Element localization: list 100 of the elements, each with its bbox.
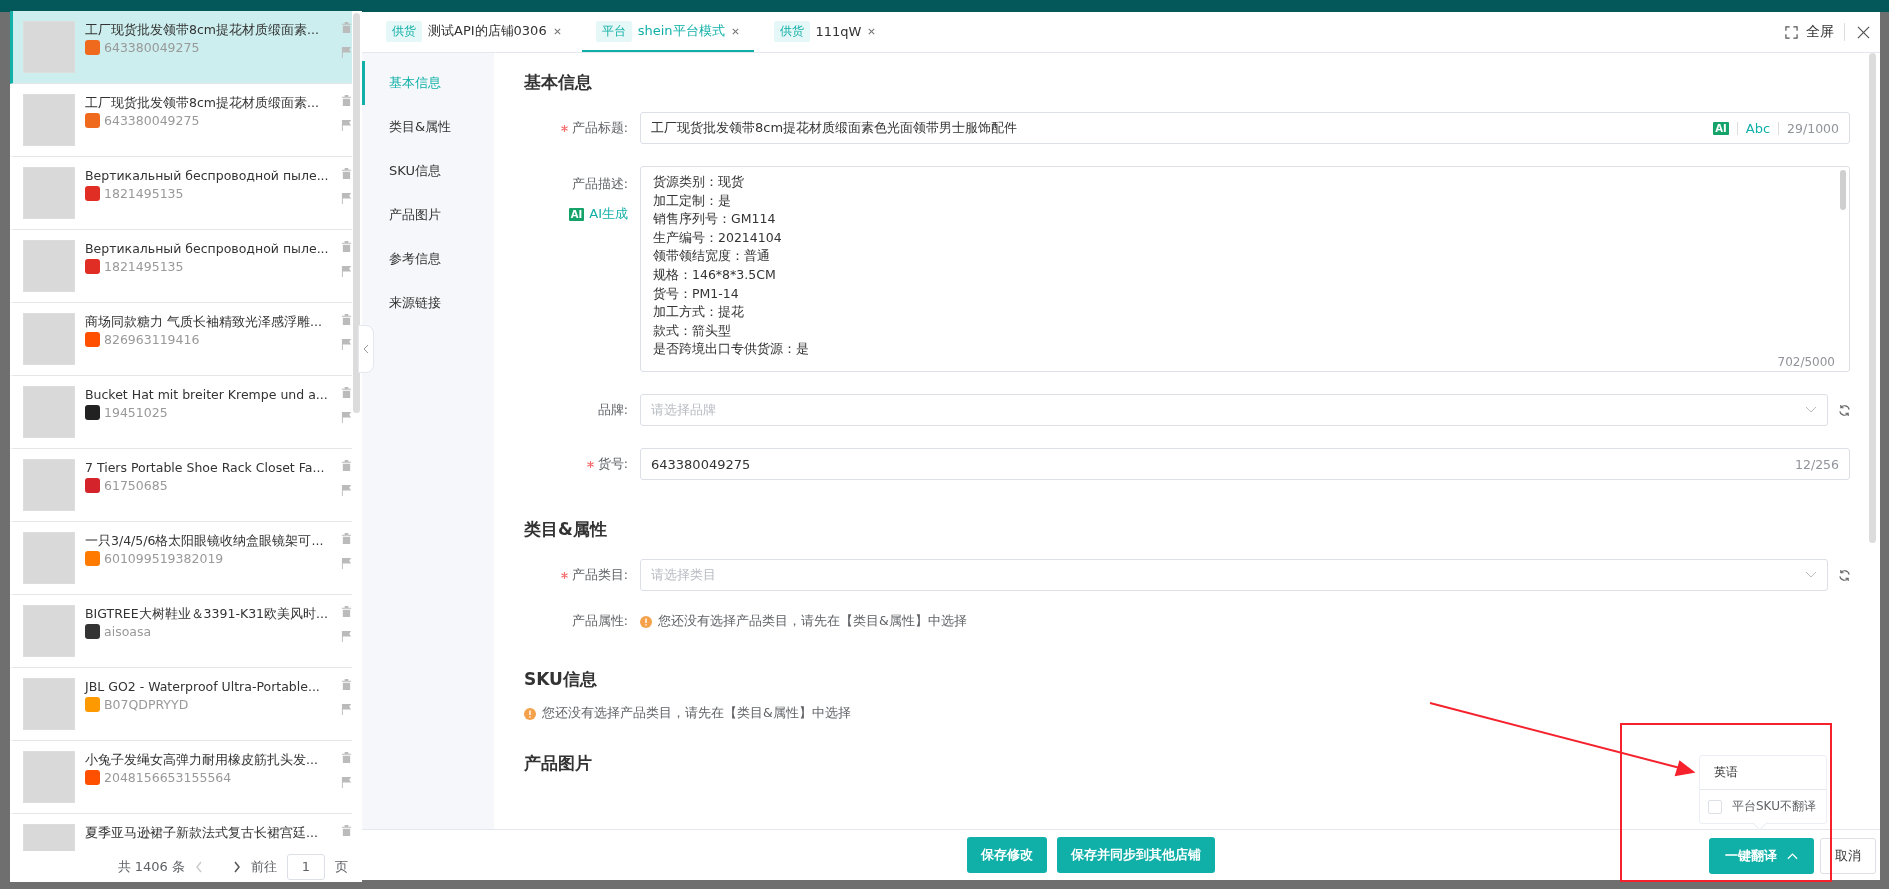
checkbox[interactable] xyxy=(1708,799,1722,814)
chevron-down-icon xyxy=(1805,571,1817,579)
section-title: 基本信息 xyxy=(524,71,592,94)
product-list-item[interactable]: 7 Tiers Portable Shoe Rack Closet Fa... 61750685 xyxy=(10,449,352,522)
trash-icon[interactable] xyxy=(341,21,352,34)
fullscreen-button[interactable]: 全屏 xyxy=(1775,12,1844,52)
close-icon[interactable] xyxy=(730,26,740,36)
flag-icon[interactable] xyxy=(341,265,352,278)
scrollbar[interactable] xyxy=(353,13,360,413)
field-label: 货号: xyxy=(597,455,628,473)
flag-icon[interactable] xyxy=(341,484,352,497)
product-list-item[interactable]: JBL GO2 - Waterproof Ultra-Portable... B07QDPRYYD xyxy=(10,668,352,741)
flag-icon[interactable] xyxy=(341,776,352,789)
product-title: BIGTREE大树鞋业＆3391-K31欧美风时... xyxy=(85,605,325,623)
trash-icon[interactable] xyxy=(341,240,352,253)
field-label: 产品类目: xyxy=(571,566,628,584)
product-list-item[interactable]: BIGTREE大树鞋业＆3391-K31欧美风时... aisoasa xyxy=(10,595,352,668)
trash-icon[interactable] xyxy=(341,824,352,837)
product-list-item[interactable]: 一只3/4/5/6格太阳眼镜收纳盒眼镜架可... 601099519382019 xyxy=(10,522,352,595)
product-title: 夏季亚马逊裙子新款法式复古长裙宫廷... xyxy=(85,824,319,842)
flag-icon[interactable] xyxy=(341,703,352,716)
store-tab[interactable]: 供货 测试API的店铺0306 xyxy=(372,12,576,52)
section-nav-item[interactable]: 来源链接 xyxy=(362,281,494,325)
description-textarea[interactable]: 货源类别：现货 加工定制：是 销售序列号：GM114 生产编号：20214104 领带领结宽度：普通 规格：146*8*3.5CM 货号：PM1-14 加工方式：提花 款式：箭头型 是否跨境出口专供货源：是 702/5000 xyxy=(640,166,1850,372)
product-id: 601099519382019 xyxy=(104,551,224,566)
page-input[interactable]: 1 xyxy=(287,853,325,880)
trash-icon[interactable] xyxy=(341,313,352,326)
product-id: 61750685 xyxy=(104,478,168,493)
flag-icon[interactable] xyxy=(341,338,352,351)
product-list-item[interactable]: 小兔子发绳女高弹力耐用橡皮筋扎头发... 2048156653155564 xyxy=(10,741,352,814)
product-title: 工厂现货批发领带8cm提花材质缎面素... xyxy=(85,94,320,112)
field-label: 品牌: xyxy=(597,401,628,419)
store-tab[interactable]: 供货 111qW xyxy=(759,12,891,52)
section-title: 产品图片 xyxy=(524,752,592,775)
trash-icon[interactable] xyxy=(341,386,352,399)
product-list-item[interactable]: 工厂现货批发领带8cm提花材质缎面素... 643380049275 xyxy=(10,11,352,84)
trash-icon[interactable] xyxy=(341,678,352,691)
product-title: 7 Tiers Portable Shoe Rack Closet Fa... xyxy=(85,459,325,477)
product-title: Вертикальный беспроводной пыле... xyxy=(85,167,325,185)
tab-label: 111qW xyxy=(815,23,862,39)
trash-icon[interactable] xyxy=(341,605,352,618)
product-title: 工厂现货批发领带8cm提花材质缎面素... xyxy=(85,21,320,39)
flag-icon[interactable] xyxy=(341,46,352,59)
trash-icon[interactable] xyxy=(341,94,352,107)
product-title: JBL GO2 - Waterproof Ultra-Portable... xyxy=(85,678,321,696)
page-unit: 页 xyxy=(335,857,348,876)
flag-icon[interactable] xyxy=(341,557,352,570)
flag-icon[interactable] xyxy=(341,119,352,132)
close-icon[interactable] xyxy=(552,26,562,36)
collapse-handle[interactable] xyxy=(358,325,374,373)
photo-placeholder xyxy=(23,459,75,511)
scrollbar[interactable] xyxy=(1840,170,1846,210)
warning-icon xyxy=(524,707,536,720)
close-icon[interactable] xyxy=(867,26,877,36)
next-page-icon[interactable] xyxy=(233,860,241,873)
product-list-item[interactable]: Bucket Hat mit breiter Krempe und a... 19451025 xyxy=(10,376,352,449)
section-nav-item[interactable]: SKU信息 xyxy=(362,149,494,193)
product-id: aisoasa xyxy=(104,624,152,639)
refresh-icon[interactable] xyxy=(1838,568,1851,582)
photo-placeholder xyxy=(23,751,75,803)
trash-icon[interactable] xyxy=(341,167,352,180)
product-title: 商场同款糖力 气质长袖精致光泽感浮雕... xyxy=(85,313,323,331)
product-title: Вертикальный беспроводной пыле... xyxy=(85,240,325,258)
flag-icon[interactable] xyxy=(341,411,352,424)
scrollbar[interactable] xyxy=(1869,53,1876,543)
required-mark-icon xyxy=(560,124,568,132)
language-option[interactable]: 英语 xyxy=(1700,756,1826,790)
flag-icon[interactable] xyxy=(341,192,352,205)
product-list-item[interactable]: 商场同款糖力 气质长袖精致光泽感浮雕... 826963119416 xyxy=(10,303,352,376)
flag-icon[interactable] xyxy=(341,630,352,643)
char-counter: 12/256 xyxy=(1795,456,1839,472)
product-id: 643380049275 xyxy=(104,40,200,55)
warning-icon xyxy=(640,615,652,628)
product-list-item[interactable]: Вертикальный беспроводной пыле... 1821495135 xyxy=(10,157,352,230)
trash-icon[interactable] xyxy=(341,459,352,472)
photo-placeholder xyxy=(23,167,75,219)
trash-icon[interactable] xyxy=(341,532,352,545)
product-list-item[interactable]: Вертикальный беспроводной пыле... 1821495135 xyxy=(10,230,352,303)
close-icon[interactable] xyxy=(1857,25,1870,39)
photo-placeholder xyxy=(23,240,75,292)
sku-code-input[interactable]: 643380049275 12/256 xyxy=(640,448,1850,480)
photo-placeholder xyxy=(23,678,75,730)
product-id: 19451025 xyxy=(104,405,168,420)
section-nav-item[interactable]: 产品图片 xyxy=(362,193,494,237)
trash-icon[interactable] xyxy=(341,751,352,764)
previous-page-icon[interactable] xyxy=(195,860,203,873)
refresh-icon[interactable] xyxy=(1838,403,1851,417)
section-title: 类目&属性 xyxy=(524,518,607,541)
tab-tag: 平台 xyxy=(595,20,632,42)
product-id: 2048156653155564 xyxy=(104,770,232,785)
photo-placeholder xyxy=(23,94,75,146)
cancel-button[interactable]: 取消 xyxy=(1820,838,1876,874)
section-nav-item[interactable]: 类目&属性 xyxy=(362,105,494,149)
tab-tag: 供货 xyxy=(386,20,422,42)
chevron-down-icon xyxy=(1805,406,1817,414)
section-nav-item[interactable]: 参考信息 xyxy=(362,237,494,281)
product-list-item[interactable]: 工厂现货批发领带8cm提花材质缎面素... 643380049275 xyxy=(10,84,352,157)
required-mark-icon xyxy=(586,460,594,468)
product-title: 小兔子发绳女高弹力耐用橡皮筋扎头发... xyxy=(85,751,319,769)
product-title: 一只3/4/5/6格太阳眼镜收纳盒眼镜架可... xyxy=(85,532,325,550)
